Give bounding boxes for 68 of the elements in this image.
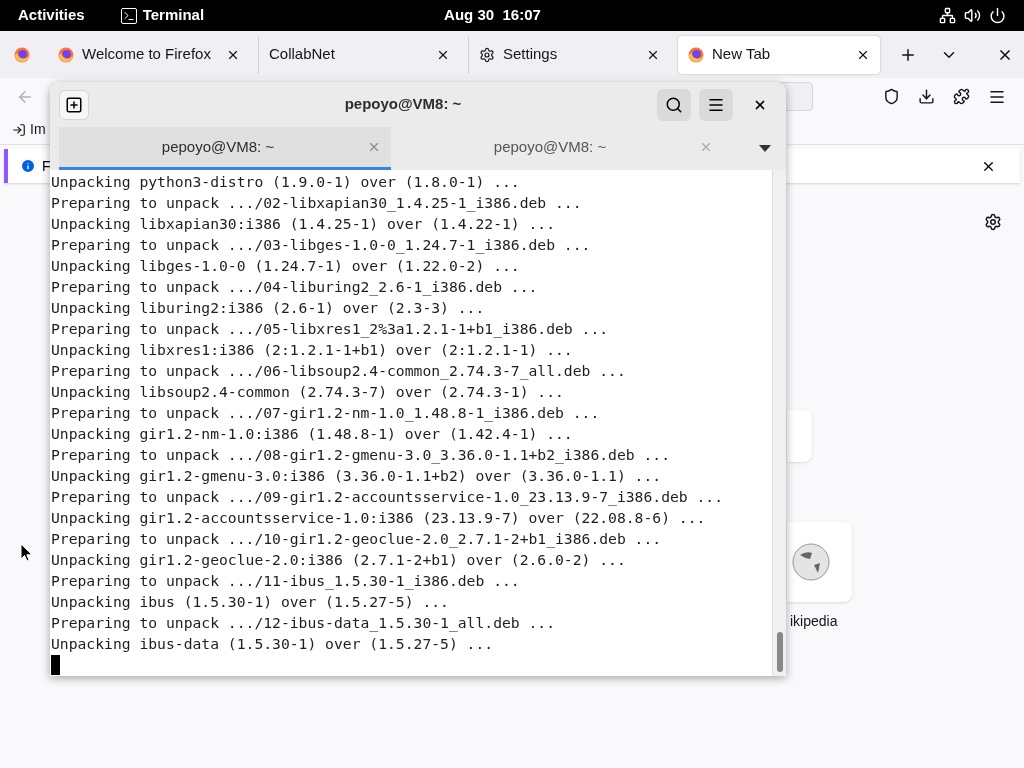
shortcut-tile[interactable]: [787, 522, 852, 602]
output-line: Unpacking python3-distro (1.9.0-1) over (1.8.0-1) ...: [51, 172, 521, 192]
terminal-tab[interactable]: pepoyo@VM8: ~: [59, 127, 391, 170]
shortcut-tile[interactable]: [787, 410, 812, 462]
clock[interactable]: Aug 30 16:07: [444, 4, 541, 27]
dropdown-icon[interactable]: [759, 144, 771, 153]
power-icon[interactable]: [989, 7, 1006, 24]
output-line: Preparing to unpack .../12-ibus-data_1.5.30-1_all.deb ...: [51, 613, 557, 633]
output-line: Preparing to unpack .../06-libsoup2.4-common_2.74.3-7_all.deb ...: [51, 361, 627, 381]
tab-title: Welcome to Firefox: [82, 44, 211, 65]
browser-tab[interactable]: CollabNet: [258, 35, 460, 74]
terminal-icon: [120, 7, 137, 24]
search-icon: [665, 95, 683, 114]
terminal-tab[interactable]: pepoyo@VM8: ~: [391, 127, 723, 170]
browser-tab[interactable]: New Tab: [678, 35, 880, 74]
output-line: Preparing to unpack .../11-ibus_1.5.30-1_i386.deb ...: [51, 571, 521, 591]
output-line: Unpacking gir1.2-nm-1.0:i386 (1.48.8-1) over (1.42.4-1) ...: [51, 424, 574, 444]
shortcut-label: ikipedia: [790, 612, 838, 631]
output-line: Unpacking gir1.2-accountsservice-1.0:i386 (23.13.9-7) over (22.08.8-6) ...: [51, 508, 707, 528]
scrollbar[interactable]: [772, 170, 786, 676]
app-menu[interactable]: Terminal: [142, 4, 205, 27]
output-line: Preparing to unpack .../09-gir1.2-accountsservice-1.0_23.13.9-7_i386.deb ...: [51, 487, 725, 507]
output-line: Unpacking libges-1.0-0 (1.24.7-1) over (1.22.0-2) ...: [51, 256, 521, 276]
output-line: Unpacking libsoup2.4-common (2.74.3-7) over (2.74.3-1) ...: [51, 382, 565, 402]
output-line: Preparing to unpack .../08-gir1.2-gmenu-3.0_3.36.0-1.1+b2_i386.deb ...: [51, 445, 671, 465]
extensions-icon[interactable]: [953, 88, 970, 105]
output-line: Preparing to unpack .../02-libxapian30_1.4.25-1_i386.deb ...: [51, 193, 583, 213]
mouse-pointer-icon: [20, 543, 33, 562]
download-icon[interactable]: [918, 88, 935, 105]
output-line: Preparing to unpack .../03-libges-1.0-0_1.24.7-1_i386.deb ...: [51, 235, 592, 255]
output-line: Unpacking gir1.2-gmenu-3.0:i386 (3.36.0-1.1+b2) over (3.36.0-1.1) ...: [51, 466, 663, 486]
output-line: Unpacking ibus (1.5.30-1) over (1.5.27-5) ...: [51, 592, 450, 612]
search-button[interactable]: [657, 88, 691, 121]
output-line: Unpacking gir1.2-geoclue-2.0:i386 (2.7.1-2+b1) over (2.6.0-2) ...: [51, 550, 627, 570]
new-tab-button[interactable]: [59, 89, 89, 120]
output-line: Unpacking libxres1:i386 (2:1.2.1-1+b1) over (2:1.2.1-1) ...: [51, 340, 574, 360]
browser-logo-icon: [58, 46, 74, 63]
volume-icon[interactable]: [964, 7, 981, 24]
tab-title: CollabNet: [269, 44, 335, 65]
output-line: Unpacking liburing2:i386 (2.6-1) over (2.3-3) ...: [51, 298, 486, 318]
output-line: Unpacking ibus-data (1.5.30-1) over (1.5.27-5) ...: [51, 634, 495, 654]
new-tab-icon: [65, 95, 83, 114]
network-icon[interactable]: [939, 7, 956, 24]
tab-title: Settings: [503, 44, 558, 65]
tab-title: pepoyo@VM8: ~: [160, 136, 276, 157]
globe-icon: [792, 543, 830, 581]
output-line: Preparing to unpack .../04-liburing2_2.6-1_i386.deb ...: [51, 277, 539, 297]
output-line: Unpacking libxapian30:i386 (1.4.25-1) over (1.4.22-1) ...: [51, 214, 557, 234]
browser-logo-icon: [688, 46, 704, 63]
output-line: Preparing to unpack .../10-gir1.2-geoclue-2.0_2.7.1-2+b1_i386.deb ...: [51, 529, 663, 549]
browser-logo-icon: [14, 46, 30, 63]
notification-text: F: [42, 156, 51, 176]
import-icon: [12, 122, 26, 137]
browser-tab[interactable]: Settings: [468, 35, 670, 74]
settings-icon[interactable]: [984, 213, 1002, 231]
output-line: Preparing to unpack .../07-gir1.2-nm-1.0_1.48.8-1_i386.deb ...: [51, 403, 601, 423]
settings-icon: [479, 46, 495, 63]
firefox-view-button[interactable]: [14, 46, 30, 63]
activities-button[interactable]: Activities: [18, 4, 85, 27]
menu-button[interactable]: [699, 88, 733, 121]
info-icon: [20, 158, 36, 174]
window-title: pepoyo@VM8: ~: [343, 94, 463, 115]
tab-title: pepoyo@VM8: ~: [492, 136, 608, 157]
browser-tab[interactable]: Welcome to Firefox: [48, 35, 250, 74]
output-line: Preparing to unpack .../05-libxres1_2%3a1.2.1-1+b1_i386.deb ...: [51, 319, 610, 339]
tab-title: New Tab: [712, 44, 771, 65]
text-cursor: [51, 655, 60, 675]
bookmark-label[interactable]: Im: [30, 119, 46, 140]
